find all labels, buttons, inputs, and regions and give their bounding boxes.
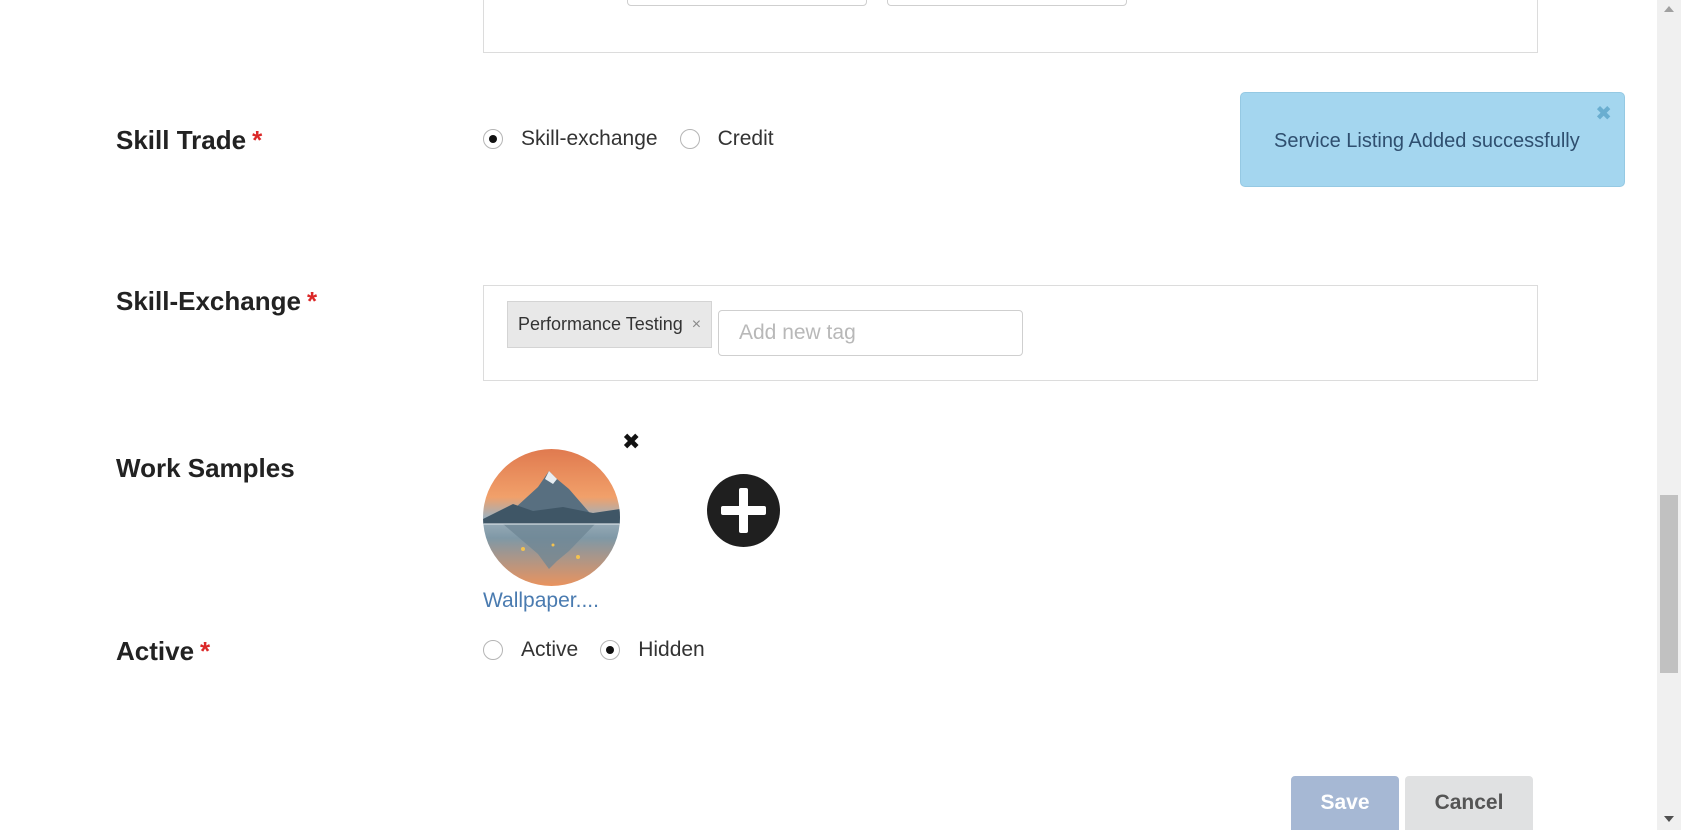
save-button[interactable]: Save [1291, 776, 1399, 830]
radio-button[interactable] [600, 640, 621, 660]
success-toast: ✖ Service Listing Added successfully [1240, 92, 1625, 187]
radio-button[interactable] [679, 129, 700, 149]
radio-button[interactable] [483, 640, 503, 660]
radio-skill-exchange[interactable]: Skill-exchange [483, 127, 658, 151]
radio-label: Hidden [638, 638, 705, 661]
work-samples-label: Work Samples [116, 453, 295, 483]
vertical-scrollbar[interactable] [1657, 0, 1681, 830]
required-marker: * [200, 636, 211, 666]
add-sample-button[interactable] [707, 474, 780, 547]
scroll-up-arrow-icon[interactable] [1664, 6, 1674, 12]
service-listing-form: Skill Trade * Skill-exchange Credit Skill… [0, 0, 1657, 830]
close-icon[interactable]: ✖ [1595, 101, 1612, 126]
radio-active[interactable]: Active [483, 638, 578, 662]
cancel-button[interactable]: Cancel [1405, 776, 1533, 830]
skill-exchange-tag-box: Performance Testing × [483, 285, 1538, 381]
radio-label: Credit [717, 127, 774, 150]
scrollbar-thumb[interactable] [1660, 495, 1678, 673]
radio-credit[interactable]: Credit [679, 127, 774, 151]
sample-file-link[interactable]: Wallpaper.... [483, 589, 599, 613]
radio-label: Active [521, 638, 579, 661]
tag-label: Performance Testing [518, 314, 683, 334]
skill-trade-radio-group: Skill-exchange Credit [483, 127, 796, 151]
active-label: Active * [116, 636, 211, 666]
required-marker: * [306, 286, 318, 316]
radio-hidden[interactable]: Hidden [600, 638, 705, 662]
required-marker: * [252, 125, 263, 155]
scroll-down-arrow-icon[interactable] [1664, 816, 1674, 822]
radio-label: Skill-exchange [521, 127, 658, 150]
tag-remove-icon[interactable]: × [692, 316, 701, 334]
add-tag-input[interactable] [718, 310, 1023, 356]
toast-message: Service Listing Added successfully [1274, 130, 1580, 152]
previous-section-box [483, 0, 1538, 53]
previous-input-2[interactable] [887, 0, 1127, 6]
skill-exchange-label: Skill-Exchange * [116, 286, 318, 316]
radio-button[interactable] [483, 129, 503, 149]
skill-trade-label: Skill Trade * [116, 125, 263, 155]
active-radio-group: Active Hidden [483, 638, 727, 662]
mountain-image [483, 449, 620, 586]
work-sample-thumbnail[interactable] [483, 449, 620, 586]
previous-input-1[interactable] [627, 0, 867, 6]
tag-chip: Performance Testing × [507, 301, 713, 348]
remove-sample-icon[interactable]: ✖ [622, 431, 640, 453]
